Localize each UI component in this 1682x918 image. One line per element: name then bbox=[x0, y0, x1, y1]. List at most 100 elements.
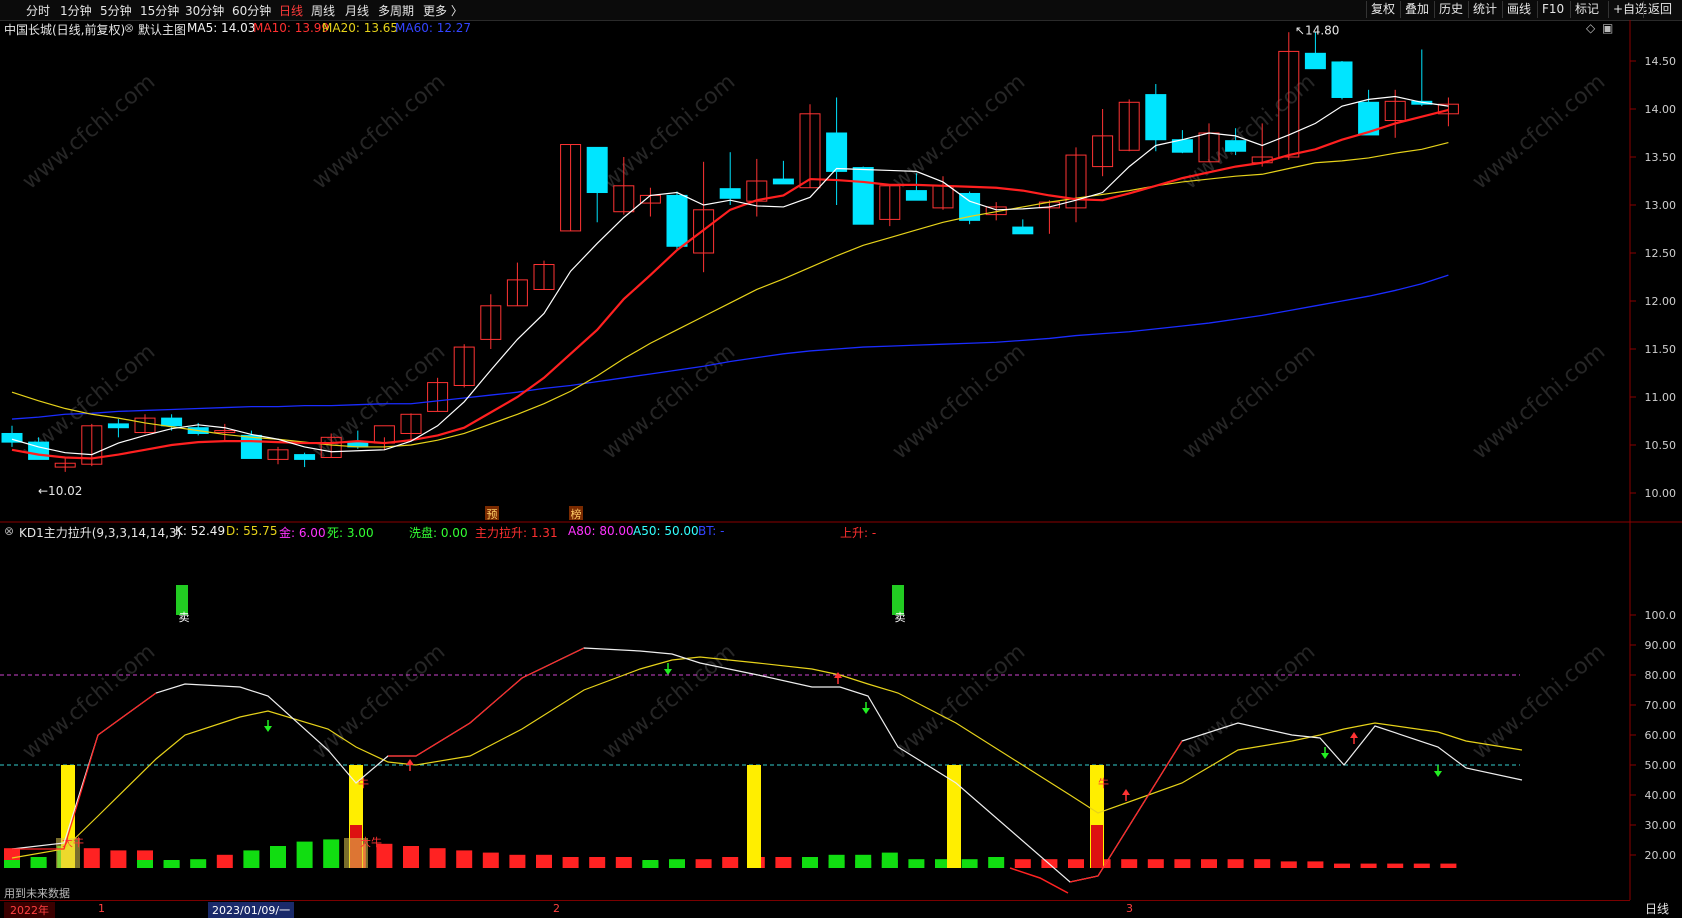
ind-tick-label: 40.00 bbox=[1645, 789, 1677, 802]
watermark: www.cfchi.com bbox=[1468, 339, 1610, 464]
histogram-bar bbox=[1413, 863, 1430, 868]
histogram-bar bbox=[1440, 863, 1457, 868]
ind-tick-label: 80.00 bbox=[1645, 669, 1677, 682]
bottom-red-line bbox=[1009, 867, 1069, 894]
histogram-bar bbox=[961, 859, 978, 868]
red-signal-column bbox=[1091, 825, 1103, 868]
candle-body bbox=[1225, 140, 1247, 152]
histogram-bar bbox=[1307, 861, 1324, 868]
date-axis-month3: 3 bbox=[1126, 902, 1133, 915]
ind-tick-label: 30.00 bbox=[1645, 819, 1677, 832]
price-tick-label: 11.00 bbox=[1645, 391, 1677, 404]
histogram-bar bbox=[1068, 859, 1084, 868]
candle-body bbox=[240, 434, 262, 459]
histogram-bar bbox=[1174, 859, 1191, 868]
bull2-label: 牛 bbox=[358, 776, 369, 790]
histogram-bar bbox=[243, 850, 260, 868]
up-arrow bbox=[1122, 789, 1130, 795]
histogram-bar bbox=[509, 854, 526, 868]
ind-tick-label: 90.00 bbox=[1645, 639, 1677, 652]
yu-marker: 预 bbox=[487, 508, 498, 521]
bull-label: 大牛 bbox=[360, 835, 382, 849]
footer-period[interactable]: 日线 bbox=[1632, 900, 1682, 916]
histogram-bar bbox=[1387, 863, 1404, 868]
histogram-sub-bar bbox=[30, 860, 47, 868]
high-price-label: ↖14.80 bbox=[1295, 23, 1339, 37]
price-tick-label: 14.50 bbox=[1645, 55, 1677, 68]
price-tick-label: 14.00 bbox=[1645, 103, 1677, 116]
histogram-sub-bar bbox=[137, 860, 153, 868]
watermark: www.cfchi.com bbox=[18, 639, 160, 764]
histogram-bar bbox=[536, 854, 552, 868]
price-tick-label: 10.00 bbox=[1645, 487, 1677, 500]
signal-column bbox=[747, 765, 761, 868]
histogram-sub-bar bbox=[828, 860, 845, 868]
down-arrow bbox=[264, 726, 272, 732]
histogram-bar bbox=[1334, 863, 1350, 868]
histogram-bar bbox=[403, 846, 419, 868]
watermark: www.cfchi.com bbox=[888, 339, 1030, 464]
date-axis-month2: 2 bbox=[553, 902, 560, 915]
ind-tick-label: 70.00 bbox=[1645, 699, 1677, 712]
histogram-bar bbox=[775, 857, 792, 868]
candle-body bbox=[826, 132, 848, 172]
histogram-bar bbox=[908, 859, 925, 868]
histogram-bar bbox=[589, 857, 606, 868]
histogram-bar bbox=[1227, 859, 1244, 868]
watermark: www.cfchi.com bbox=[1178, 639, 1320, 764]
histogram-sub-bar bbox=[642, 860, 659, 868]
up-arrow bbox=[406, 759, 414, 765]
watermark: www.cfchi.com bbox=[1178, 339, 1320, 464]
histogram-bar bbox=[695, 859, 712, 868]
histogram-bar bbox=[722, 857, 739, 868]
histogram-sub-bar bbox=[802, 860, 818, 868]
histogram-bar bbox=[1014, 859, 1031, 868]
candle-body bbox=[1012, 226, 1034, 235]
histogram-bar bbox=[482, 852, 499, 868]
histogram-bar bbox=[456, 850, 473, 868]
down-arrow bbox=[1321, 753, 1329, 759]
sell-label: 卖 bbox=[179, 611, 190, 624]
histogram-sub-bar bbox=[881, 860, 898, 868]
histogram-bar bbox=[1280, 861, 1297, 868]
watermark: www.cfchi.com bbox=[598, 69, 740, 194]
candle-body bbox=[586, 146, 608, 194]
histogram-bar bbox=[323, 839, 340, 868]
watermark: www.cfchi.com bbox=[1468, 639, 1610, 764]
ind-tick-label: 50.00 bbox=[1645, 759, 1677, 772]
bang-marker: 榜 bbox=[571, 507, 582, 521]
candle-body bbox=[719, 188, 741, 199]
price-tick-label: 12.50 bbox=[1645, 247, 1677, 260]
ind-tick-label: 60.00 bbox=[1645, 729, 1677, 742]
histogram-bar bbox=[1360, 863, 1377, 868]
down-arrow bbox=[664, 669, 672, 675]
candle-body bbox=[1331, 61, 1353, 98]
histogram-bar bbox=[1254, 859, 1271, 868]
candle-body bbox=[666, 194, 688, 247]
kline-chart[interactable]: www.cfchi.com www.cfchi.com www.cfchi.com w… bbox=[0, 0, 1682, 916]
up-arrow bbox=[1350, 732, 1358, 738]
date-axis: 2022年 1 2023/01/09/一 2 3 bbox=[0, 900, 1630, 918]
histogram-bar bbox=[190, 859, 207, 868]
histogram-bar bbox=[216, 854, 233, 868]
watermark: www.cfchi.com bbox=[598, 339, 740, 464]
down-arrow bbox=[862, 708, 870, 714]
price-tick-label: 13.00 bbox=[1645, 199, 1677, 212]
low-price-label: ←10.02 bbox=[38, 484, 82, 498]
candle-body bbox=[1304, 52, 1326, 70]
candle-body bbox=[107, 423, 129, 429]
future-data-note: 用到未来数据 bbox=[4, 887, 70, 900]
watermark: www.cfchi.com bbox=[1468, 69, 1610, 194]
histogram-sub-bar bbox=[855, 860, 872, 868]
ind-tick-label: 20.00 bbox=[1645, 849, 1677, 862]
candle-body bbox=[905, 190, 927, 201]
histogram-bar bbox=[270, 846, 286, 868]
candle-body bbox=[772, 178, 794, 185]
candle-body bbox=[294, 454, 316, 460]
histogram-bar bbox=[615, 857, 632, 868]
down-arrow bbox=[1434, 771, 1442, 777]
watermark: www.cfchi.com bbox=[888, 639, 1030, 764]
histogram-sub-bar bbox=[669, 860, 685, 868]
signal-column bbox=[947, 765, 961, 868]
price-tick-label: 12.00 bbox=[1645, 295, 1677, 308]
